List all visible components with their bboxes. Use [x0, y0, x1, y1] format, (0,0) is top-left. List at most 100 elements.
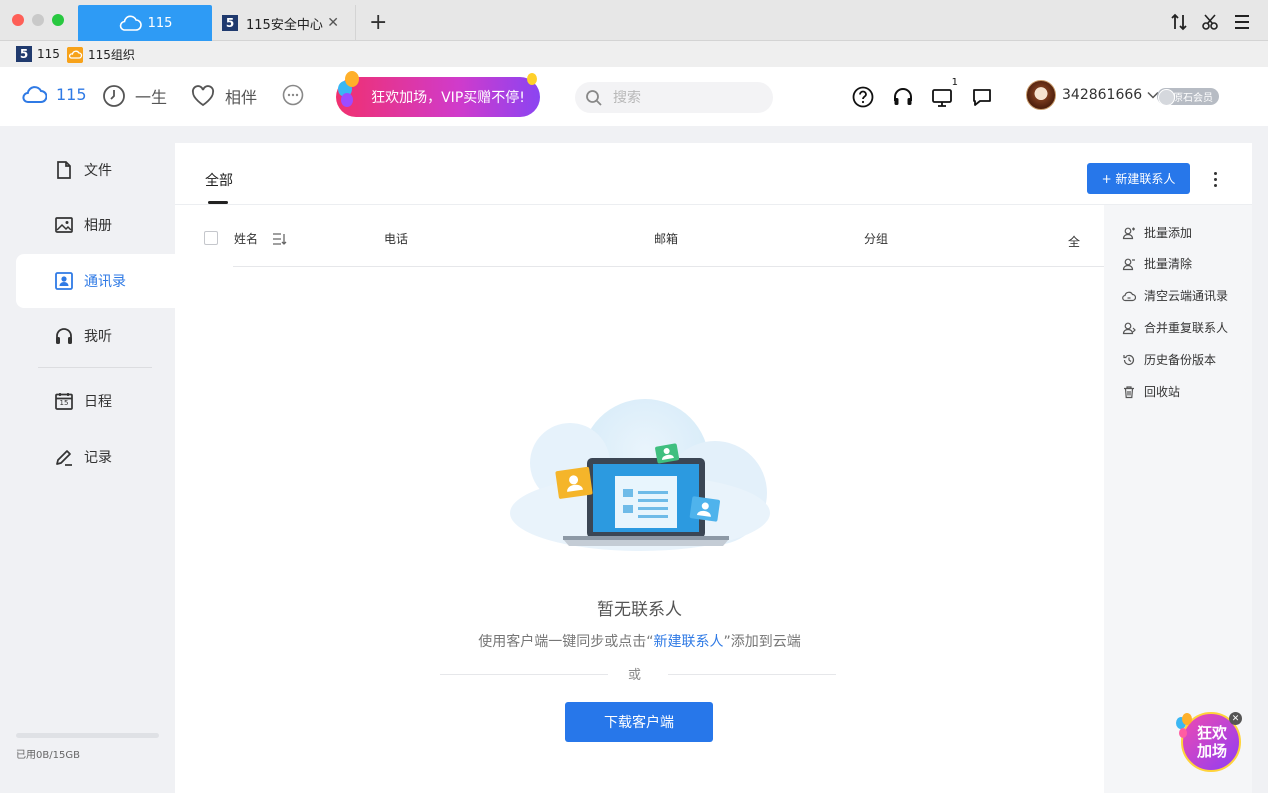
- menu-icon[interactable]: [1231, 11, 1253, 33]
- app-header: 115 一生 相伴 狂欢加场，VIP买赠不停! 1 342861666: [0, 67, 1268, 126]
- sidebar-item-files[interactable]: 文件: [16, 143, 175, 197]
- sort-icon[interactable]: [272, 232, 288, 246]
- more-options-icon[interactable]: [1205, 168, 1225, 190]
- promo-banner[interactable]: 狂欢加场，VIP买赠不停!: [336, 71, 540, 117]
- avatar[interactable]: [1026, 80, 1056, 110]
- sidebar-item-label: 通讯录: [84, 274, 126, 290]
- new-contact-button[interactable]: + 新建联系人: [1087, 163, 1190, 194]
- balloon-icon: [527, 73, 537, 85]
- empty-description: 使用客户端一键同步或点击“新建联系人”添加到云端: [175, 631, 1104, 651]
- new-contact-link[interactable]: 新建联系人: [654, 634, 724, 650]
- help-icon: [852, 86, 874, 108]
- browser-tab-bar: 115 5 115安全中心 ✕ +: [0, 0, 1268, 41]
- column-name[interactable]: 姓名: [234, 230, 288, 247]
- messages-button[interactable]: [970, 85, 994, 109]
- table-header: 姓名 电话 邮箱 分组 全: [175, 205, 1104, 267]
- recycle-bin-button[interactable]: 回收站: [1122, 383, 1180, 400]
- merge-icon: [1122, 322, 1136, 334]
- clear-cloud-contacts-button[interactable]: 清空云端通讯录: [1122, 287, 1228, 304]
- column-email: 邮箱: [654, 232, 679, 246]
- backup-history-button[interactable]: 历史备份版本: [1122, 351, 1216, 368]
- cloud-clear-icon: [1122, 291, 1136, 301]
- tab-115[interactable]: 115: [78, 5, 212, 41]
- promo-line-2: 加场: [1196, 742, 1227, 760]
- menu-label: 批量清除: [1144, 257, 1193, 271]
- bookmarks-bar: 5 115 115组织: [0, 41, 1268, 67]
- empty-desc-prefix: 使用客户端一键同步或点击“: [478, 634, 654, 650]
- floating-promo[interactable]: 狂欢 加场 ✕: [1175, 711, 1242, 773]
- batch-add-button[interactable]: 批量添加: [1122, 224, 1192, 241]
- menu-label: 历史备份版本: [1144, 353, 1217, 367]
- sidebar-item-label: 日程: [84, 394, 112, 410]
- column-group: 分组: [864, 232, 889, 246]
- site-115-icon: 5: [222, 15, 238, 31]
- nav-companion[interactable]: 相伴: [190, 84, 257, 108]
- sidebar-divider: [38, 367, 152, 368]
- headphones-icon: [56, 328, 72, 344]
- bookmark-115[interactable]: 5 115: [16, 46, 60, 62]
- more-icon: [282, 84, 304, 106]
- search-box[interactable]: [575, 82, 773, 113]
- minimize-window-button[interactable]: [32, 14, 44, 26]
- sort-icon[interactable]: [1168, 11, 1190, 33]
- sidebar-item-contacts[interactable]: 通讯录: [16, 254, 175, 308]
- user-add-icon: [1122, 227, 1135, 239]
- heart-icon: [191, 85, 215, 107]
- column-label: 姓名: [234, 232, 259, 246]
- user-menu[interactable]: 342861666: [1062, 87, 1159, 103]
- tab-all[interactable]: 全部: [205, 170, 233, 190]
- user-id: 342861666: [1062, 87, 1143, 103]
- sidebar-item-listen[interactable]: 我听: [16, 309, 175, 363]
- search-input[interactable]: [613, 89, 753, 106]
- trash-icon: [1124, 385, 1134, 398]
- close-promo-icon[interactable]: ✕: [1229, 712, 1242, 725]
- select-all-checkbox[interactable]: [204, 231, 218, 245]
- close-tab-icon[interactable]: ✕: [327, 15, 339, 31]
- nav-115[interactable]: 115: [21, 84, 87, 104]
- balloon-icon: [345, 71, 359, 87]
- storage-text: 已用0B/15GB: [16, 750, 80, 761]
- vip-badge[interactable]: 原石会员: [1157, 88, 1219, 106]
- empty-title: 暂无联系人: [597, 600, 682, 620]
- support-button[interactable]: [891, 85, 915, 109]
- tab-security-center[interactable]: 5 115安全中心 ✕: [212, 5, 356, 41]
- sidebar: 文件 相册 通讯录 我听 15 日程 记录 已用0B/15GB: [0, 126, 175, 793]
- empty-desc-suffix: ”添加到云端: [723, 634, 801, 650]
- promo-text: 狂欢加场，VIP买赠不停!: [371, 90, 525, 106]
- vip-label: 原石会员: [1173, 93, 1213, 104]
- devices-button[interactable]: 1: [930, 77, 958, 109]
- download-client-button[interactable]: 下载客户端: [565, 702, 713, 742]
- column-group-filter[interactable]: 全: [1068, 233, 1080, 250]
- help-button[interactable]: [851, 85, 875, 109]
- sidebar-item-notes[interactable]: 记录: [16, 430, 175, 484]
- menu-label: 回收站: [1144, 385, 1181, 399]
- sidebar-item-label: 文件: [84, 163, 112, 179]
- site-115-icon: 5: [16, 46, 32, 62]
- history-icon: [1123, 354, 1135, 365]
- edit-icon: [56, 450, 72, 466]
- image-icon: [55, 217, 73, 233]
- scissors-icon[interactable]: [1199, 11, 1221, 33]
- menu-label: 合并重复联系人: [1144, 321, 1229, 335]
- batch-clear-button[interactable]: 批量清除: [1122, 255, 1192, 272]
- or-text: 或: [628, 668, 642, 683]
- sidebar-item-schedule[interactable]: 15 日程: [16, 374, 175, 428]
- maximize-window-button[interactable]: [52, 14, 64, 26]
- more-apps-button[interactable]: [282, 84, 304, 106]
- file-icon: [57, 161, 71, 179]
- monitor-icon: [932, 89, 952, 107]
- cloud-icon: [119, 15, 142, 31]
- contacts-panel: 全部 + 新建联系人 姓名 电话 邮箱 分组 全 批量添加 批量清除 清空云端通…: [175, 143, 1252, 793]
- nav-label: 相伴: [225, 88, 258, 107]
- nav-label: 一生: [135, 88, 168, 107]
- sidebar-item-album[interactable]: 相册: [16, 198, 175, 252]
- table-header-divider: [233, 266, 1104, 267]
- sidebar-item-label: 相册: [84, 218, 112, 234]
- new-tab-button[interactable]: +: [369, 10, 387, 35]
- close-window-button[interactable]: [12, 14, 24, 26]
- merge-duplicates-button[interactable]: 合并重复联系人: [1122, 319, 1228, 336]
- nav-lifetime[interactable]: 一生: [102, 84, 167, 108]
- column-phone: 电话: [384, 232, 409, 246]
- bookmark-115-org[interactable]: 115组织: [67, 46, 135, 63]
- or-line-left: [440, 674, 608, 675]
